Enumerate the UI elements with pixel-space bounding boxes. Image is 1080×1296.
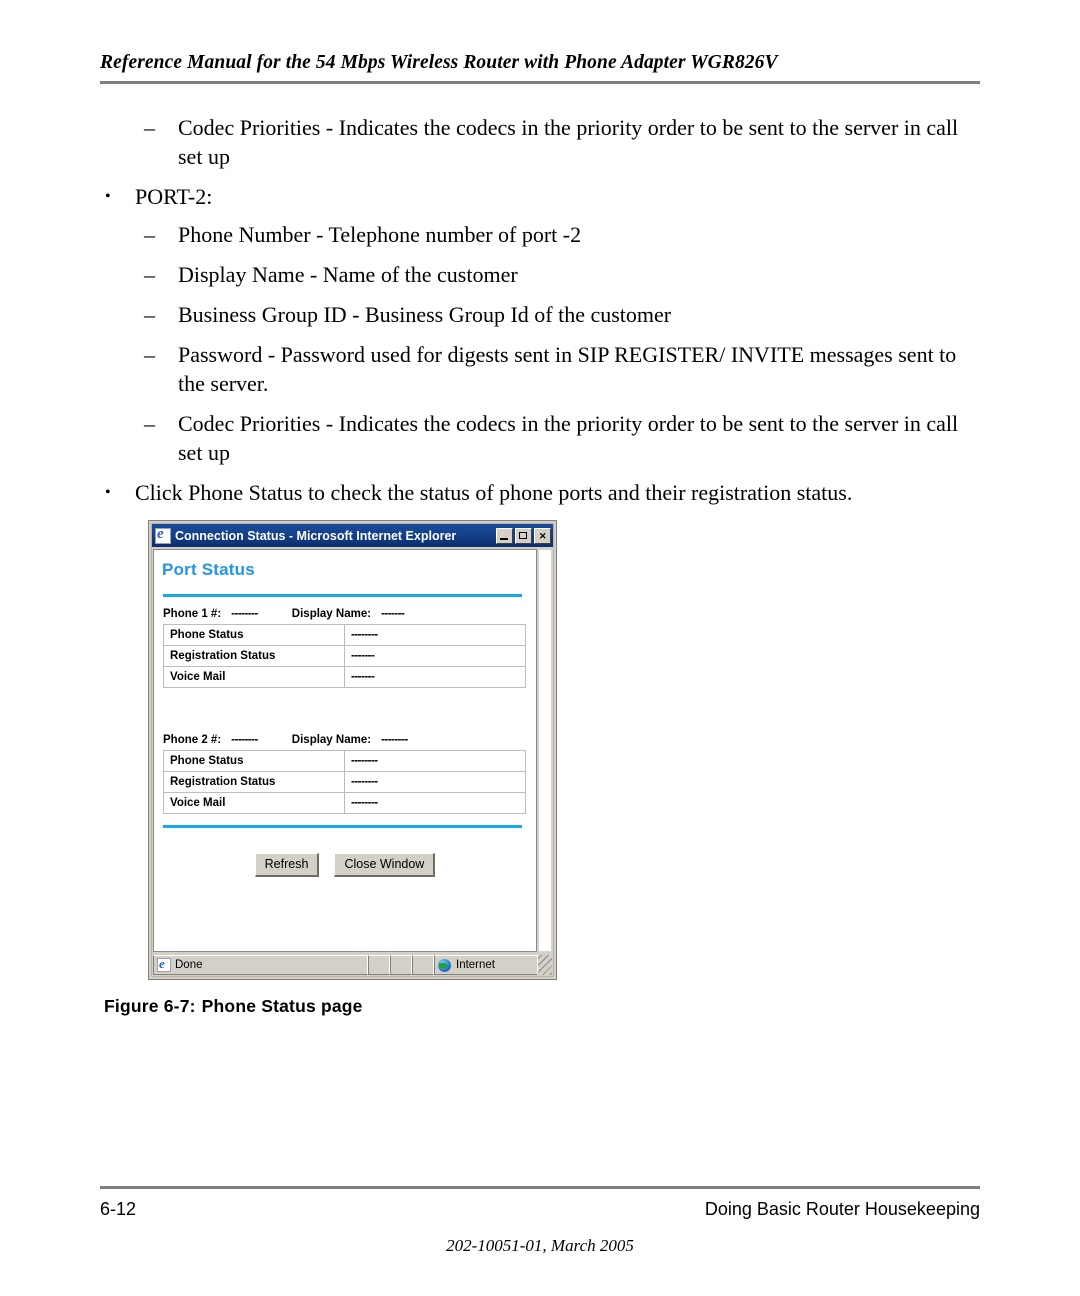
table-row: Phone Status -------- — [163, 750, 526, 772]
close-icon[interactable] — [534, 527, 551, 544]
phone-2-display-name-value: -------- — [381, 734, 408, 746]
dash-bullet-icon: – — [144, 222, 155, 247]
page-viewport: Port Status Phone 1 #: -------- Display … — [153, 549, 537, 952]
phone-2-number-value: -------- — [231, 734, 258, 746]
list-item: – Codec Priorities - Indicates the codec… — [100, 409, 985, 467]
row-value: -------- — [344, 750, 526, 772]
list-item-text: Phone Number - Telephone number of port … — [178, 222, 582, 247]
dash-bullet-icon: – — [144, 115, 155, 140]
list-item-text: Codec Priorities - Indicates the codecs … — [178, 411, 959, 465]
refresh-button[interactable]: Refresh — [254, 853, 320, 878]
status-panel-empty-3 — [412, 955, 434, 975]
list-item-text: Display Name - Name of the customer — [178, 262, 518, 287]
resize-grip[interactable] — [538, 955, 552, 975]
browser-window-figure: Connection Status - Microsoft Internet E… — [148, 520, 557, 980]
browser-statusbar: Done Internet — [153, 955, 552, 975]
phone-1-number-label: Phone 1 #: — [163, 608, 222, 620]
internet-explorer-icon — [155, 526, 171, 544]
row-label: Voice Mail — [163, 792, 345, 814]
list-item-text: Codec Priorities - Indicates the codecs … — [178, 115, 959, 169]
table-row: Registration Status -------- — [163, 771, 526, 793]
footer-line: 6-12 Doing Basic Router Housekeeping — [100, 1199, 980, 1220]
row-value: ------- — [344, 666, 526, 688]
list-item: • Click Phone Status to check the status… — [100, 478, 985, 507]
list-item: – Phone Number - Telephone number of por… — [100, 220, 985, 249]
list-item: – Business Group ID - Business Group Id … — [100, 300, 985, 329]
vertical-scrollbar[interactable] — [538, 549, 552, 952]
disc-bullet-icon: • — [105, 484, 111, 501]
table-row: Phone Status -------- — [163, 624, 526, 646]
table-row: Registration Status ------- — [163, 645, 526, 667]
page-footer: 6-12 Doing Basic Router Housekeeping 202… — [100, 1186, 980, 1256]
phone-section-2: Phone 2 #: -------- Display Name: ------… — [163, 734, 526, 814]
row-value: -------- — [344, 624, 526, 646]
dash-bullet-icon: – — [144, 262, 155, 287]
status-panel: Done — [153, 955, 368, 975]
maximize-icon[interactable] — [515, 527, 532, 544]
list-item-text: Business Group ID - Business Group Id of… — [178, 302, 672, 327]
page-header: Reference Manual for the 54 Mbps Wireles… — [100, 52, 980, 84]
row-label: Registration Status — [163, 645, 345, 667]
accent-divider-top — [163, 594, 522, 597]
row-label: Registration Status — [163, 771, 345, 793]
list-item-text: PORT-2: — [135, 184, 213, 209]
list-item-text: Click Phone Status to check the status o… — [135, 480, 853, 505]
accent-divider-bottom — [163, 825, 522, 828]
figure-label: Figure 6-7: — [104, 996, 196, 1016]
body-content: – Codec Priorities - Indicates the codec… — [100, 113, 985, 516]
page-footer-rule — [100, 1186, 980, 1189]
phone-1-status-table: Phone Status -------- Registration Statu… — [163, 624, 526, 688]
window-titlebar: Connection Status - Microsoft Internet E… — [152, 524, 553, 547]
phone-2-display-name-label: Display Name: — [291, 734, 372, 746]
phone-1-header: Phone 1 #: -------- Display Name: ------… — [163, 608, 526, 620]
list-item: – Codec Priorities - Indicates the codec… — [100, 113, 985, 171]
table-row: Voice Mail -------- — [163, 792, 526, 814]
phone-1-number-value: -------- — [231, 608, 258, 620]
internet-explorer-icon — [157, 956, 171, 972]
table-row: Voice Mail ------- — [163, 666, 526, 688]
window-controls — [496, 527, 551, 544]
phone-2-number-label: Phone 2 #: — [163, 734, 222, 746]
status-panel-empty-1 — [368, 955, 390, 975]
document-id: 202-10051-01, March 2005 — [446, 1236, 634, 1255]
dash-bullet-icon: – — [144, 342, 155, 367]
row-value: -------- — [344, 792, 526, 814]
list-item: – Display Name - Name of the customer — [100, 260, 985, 289]
page-header-rule — [100, 81, 980, 84]
figure-caption-text: Phone Status page — [201, 996, 363, 1016]
phone-section-1: Phone 1 #: -------- Display Name: ------… — [163, 608, 526, 688]
page-title: Port Status — [162, 560, 255, 579]
list-item: • PORT-2: — [100, 182, 985, 211]
disc-bullet-icon: • — [105, 188, 111, 205]
dash-bullet-icon: – — [144, 302, 155, 327]
figure-caption: Figure 6-7: Phone Status page — [104, 996, 363, 1017]
close-window-button[interactable]: Close Window — [334, 853, 436, 878]
row-label: Voice Mail — [163, 666, 345, 688]
status-panel-empty-2 — [390, 955, 412, 975]
phone-1-display-name-label: Display Name: — [291, 608, 372, 620]
dash-bullet-icon: – — [144, 411, 155, 436]
row-value: ------- — [344, 645, 526, 667]
page-header-title: Reference Manual for the 54 Mbps Wireles… — [100, 52, 778, 73]
security-zone-panel: Internet — [434, 955, 538, 975]
globe-icon — [438, 958, 451, 972]
window-title: Connection Status - Microsoft Internet E… — [175, 528, 457, 543]
phone-2-header: Phone 2 #: -------- Display Name: ------… — [163, 734, 526, 746]
security-zone-text: Internet — [456, 959, 495, 971]
status-text: Done — [175, 959, 203, 971]
list-item: – Password - Password used for digests s… — [100, 340, 985, 398]
row-label: Phone Status — [163, 624, 345, 646]
chapter-title: Doing Basic Router Housekeeping — [704, 1199, 980, 1219]
row-value: -------- — [344, 771, 526, 793]
minimize-icon[interactable] — [496, 527, 513, 544]
list-item-text: Password - Password used for digests sen… — [178, 342, 957, 396]
page-number: 6-12 — [100, 1199, 137, 1219]
phone-1-display-name-value: ------- — [381, 608, 405, 620]
action-button-row: Refresh Close Window — [154, 853, 536, 878]
phone-2-status-table: Phone Status -------- Registration Statu… — [163, 750, 526, 814]
row-label: Phone Status — [163, 750, 345, 772]
